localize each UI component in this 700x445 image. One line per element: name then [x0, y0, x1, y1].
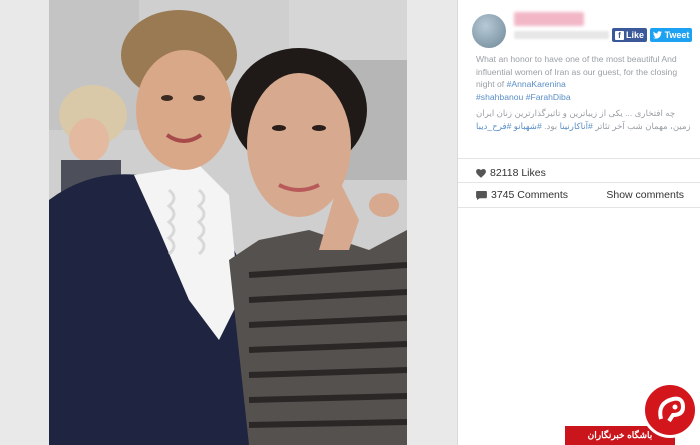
post-caption-fa: چه افتخاری ... یکی از زیباترین و تاثیرگذ… — [476, 108, 691, 131]
agency-watermark-logo: باشگاه خبرنگاران — [565, 382, 700, 445]
likes-count[interactable]: 82118 Likes — [476, 167, 546, 179]
facebook-like-button[interactable]: f Like — [612, 28, 647, 42]
divider — [458, 158, 700, 159]
facebook-icon: f — [614, 30, 624, 40]
heart-icon — [476, 168, 486, 178]
hashtag-link[interactable]: #فرح_دیبا — [476, 121, 511, 131]
hashtag-link[interactable]: #FarahDiba — [526, 92, 571, 102]
avatar[interactable] — [472, 14, 506, 48]
post-caption-en: What an honor to have one of the most be… — [476, 54, 678, 102]
hashtag-link[interactable]: #شهبانو — [514, 121, 542, 131]
tweet-button[interactable]: Tweet — [650, 28, 692, 42]
divider — [458, 182, 700, 183]
comments-count[interactable]: 3745 Comments — [476, 189, 568, 201]
hashtag-link[interactable]: #آناکارنینا — [560, 121, 593, 131]
comment-icon — [476, 190, 487, 200]
logo-mark-icon — [658, 396, 686, 423]
logo-emblem — [642, 382, 698, 438]
post-side-panel: f Like Tweet What an honor to have one o… — [457, 0, 700, 445]
twitter-icon — [652, 31, 662, 39]
hashtag-link[interactable]: #shahbanou — [476, 92, 523, 102]
show-comments-link[interactable]: Show comments — [606, 189, 684, 201]
username-sub-blurred — [514, 31, 609, 39]
hashtag-link[interactable]: #AnnaKarenina — [507, 79, 566, 89]
divider — [458, 207, 700, 208]
username-blurred[interactable] — [514, 12, 584, 26]
post-photo[interactable] — [49, 0, 407, 445]
photo-illustration — [49, 0, 407, 445]
